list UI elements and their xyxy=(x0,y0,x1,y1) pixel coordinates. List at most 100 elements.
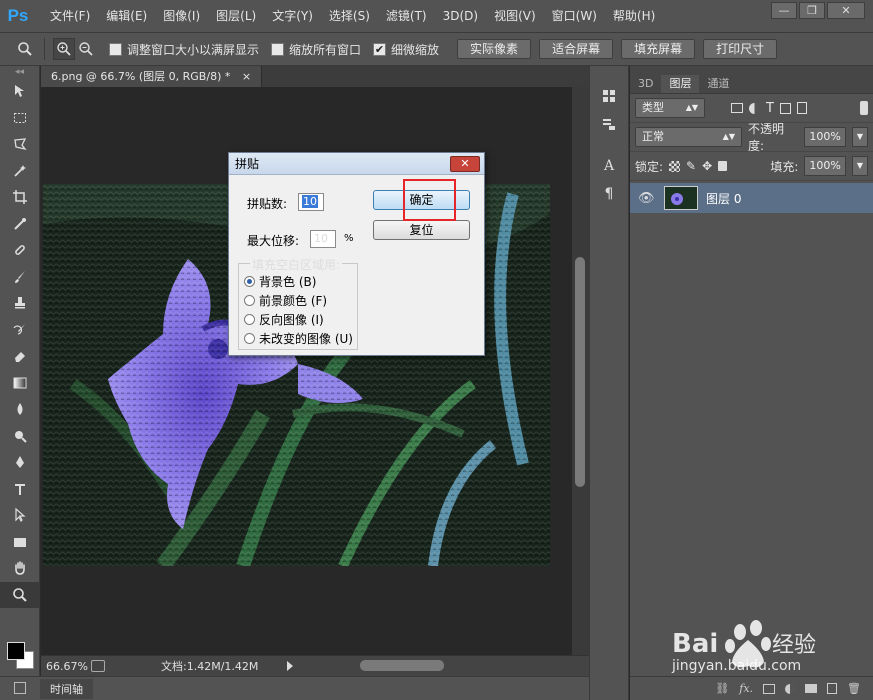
radio-foreground-color[interactable]: 前景颜色 (F) xyxy=(244,292,327,309)
eyedropper-icon[interactable] xyxy=(0,211,40,238)
fit-screen-button[interactable]: 适合屏幕 xyxy=(539,39,614,59)
filter-type-icon[interactable]: T xyxy=(766,101,774,116)
lasso-tool-icon[interactable] xyxy=(0,131,40,158)
print-size-button[interactable]: 打印尺寸 xyxy=(703,39,778,59)
gradient-tool-icon[interactable] xyxy=(0,370,40,397)
menu-filter[interactable]: 滤镜(T) xyxy=(378,0,435,33)
minimize-button[interactable]: — xyxy=(771,2,797,19)
clone-stamp-icon[interactable] xyxy=(0,290,40,317)
lock-transparent-icon[interactable] xyxy=(669,160,681,172)
zoom-out-icon[interactable] xyxy=(75,38,97,60)
paragraph-panel-icon[interactable]: ¶ xyxy=(590,180,628,208)
radio-button[interactable] xyxy=(244,333,255,344)
type-tool-icon[interactable] xyxy=(0,476,40,503)
history-brush-icon[interactable] xyxy=(0,317,40,344)
resize-windows-checkbox[interactable]: 调整窗口大小以满屏显示 xyxy=(109,41,259,58)
filter-shape-icon[interactable] xyxy=(779,102,791,114)
layer-name[interactable]: 图层 0 xyxy=(706,190,741,207)
zoom-all-windows-checkbox[interactable]: 缩放所有窗口 xyxy=(271,41,361,58)
tiles-count-input[interactable]: 10 xyxy=(298,193,324,211)
marquee-tool-icon[interactable] xyxy=(0,105,40,132)
zoom-tool-icon[interactable] xyxy=(0,581,40,608)
document-tab[interactable]: 6.png @ 66.7% (图层 0, RGB/8) * × xyxy=(41,66,263,87)
path-selection-icon[interactable] xyxy=(0,502,40,529)
svg-text:Bai: Bai xyxy=(672,629,718,659)
filter-adjustment-icon[interactable] xyxy=(749,102,760,114)
restore-button[interactable]: ❐ xyxy=(799,2,825,19)
character-panel-icon[interactable]: A xyxy=(590,152,628,180)
radio-label: 前景颜色 (F) xyxy=(259,294,328,308)
radio-background-color[interactable]: 背景色 (B) xyxy=(244,273,316,290)
magic-wand-icon[interactable] xyxy=(0,158,40,185)
radio-button[interactable] xyxy=(244,314,255,325)
lock-position-icon[interactable]: ✥ xyxy=(702,159,712,173)
menu-window[interactable]: 窗口(W) xyxy=(544,0,605,33)
zoom-tool-preset-icon[interactable] xyxy=(14,38,36,60)
vertical-scroll-thumb[interactable] xyxy=(575,257,585,487)
menu-help[interactable]: 帮助(H) xyxy=(605,0,663,33)
tiles-count-value[interactable]: 10 xyxy=(302,195,318,208)
menu-view[interactable]: 视图(V) xyxy=(486,0,544,33)
checkbox-box[interactable] xyxy=(109,42,122,56)
tab-layers[interactable]: 图层 xyxy=(661,75,700,93)
filter-pixel-icon[interactable] xyxy=(731,103,743,113)
filter-kind-dropdown[interactable]: 类型 ▲▼ xyxy=(635,98,705,118)
history-panel-icon[interactable] xyxy=(590,82,628,110)
visibility-eye-icon[interactable]: 👁 xyxy=(638,191,656,206)
crop-tool-icon[interactable] xyxy=(0,184,40,211)
lock-image-icon[interactable]: ✎ xyxy=(686,159,696,173)
panel-grip-icon[interactable]: ◂◂ xyxy=(0,66,39,78)
fill-screen-button[interactable]: 填充屏幕 xyxy=(621,39,696,59)
hand-tool-icon[interactable] xyxy=(0,555,40,582)
status-menu-arrow-icon[interactable] xyxy=(287,661,293,671)
blend-mode-dropdown[interactable]: 正常 ▲▼ xyxy=(635,127,742,147)
actual-pixels-button[interactable]: 实际像素 xyxy=(457,39,532,59)
close-window-button[interactable]: ✕ xyxy=(827,2,865,19)
foreground-color-swatch[interactable] xyxy=(7,642,25,660)
properties-panel-icon[interactable] xyxy=(590,110,628,138)
filter-toggle-icon[interactable] xyxy=(860,101,868,115)
menu-edit[interactable]: 编辑(E) xyxy=(98,0,155,33)
horizontal-scroll-thumb[interactable] xyxy=(360,660,444,671)
fill-dropdown-icon[interactable]: ▼ xyxy=(851,156,868,176)
menu-file[interactable]: 文件(F) xyxy=(42,0,98,33)
layer-row[interactable]: 👁 图层 0 xyxy=(630,183,873,213)
menu-3d[interactable]: 3D(D) xyxy=(435,0,486,33)
radio-inverse-image[interactable]: 反向图像 (I) xyxy=(244,311,324,328)
eraser-tool-icon[interactable] xyxy=(0,343,40,370)
radio-unaltered-image[interactable]: 未改变的图像 (U) xyxy=(244,330,353,347)
menu-image[interactable]: 图像(I) xyxy=(155,0,208,33)
radio-button-selected[interactable] xyxy=(244,276,255,287)
tab-3d[interactable]: 3D xyxy=(630,75,661,93)
blur-tool-icon[interactable] xyxy=(0,396,40,423)
layer-thumbnail[interactable] xyxy=(664,186,698,210)
pen-tool-icon[interactable] xyxy=(0,449,40,476)
brush-tool-icon[interactable] xyxy=(0,264,40,291)
fill-input[interactable]: 100% xyxy=(804,156,846,176)
lock-all-icon[interactable] xyxy=(718,161,728,171)
zoom-level[interactable]: 66.67% xyxy=(41,660,88,673)
move-tool-icon[interactable] xyxy=(0,78,40,105)
max-offset-input[interactable]: 10 xyxy=(310,230,336,248)
reset-button[interactable]: 复位 xyxy=(373,220,470,240)
healing-brush-icon[interactable] xyxy=(0,237,40,264)
status-zoom-icon[interactable] xyxy=(91,660,105,672)
radio-button[interactable] xyxy=(244,295,255,306)
menu-select[interactable]: 选择(S) xyxy=(321,0,378,33)
dialog-close-button[interactable]: ✕ xyxy=(450,156,480,172)
close-tab-icon[interactable]: × xyxy=(242,70,251,83)
filter-smart-object-icon[interactable] xyxy=(796,102,807,114)
timeline-icon[interactable] xyxy=(14,682,26,694)
menu-layer[interactable]: 图层(L) xyxy=(208,0,264,33)
timeline-tab[interactable]: 时间轴 xyxy=(40,678,93,699)
checkbox-checked-box[interactable]: ✔ xyxy=(373,42,387,56)
menu-type[interactable]: 文字(Y) xyxy=(264,0,321,33)
scrubby-zoom-checkbox[interactable]: ✔ 细微缩放 xyxy=(373,41,439,58)
checkbox-box[interactable] xyxy=(271,42,285,56)
dodge-tool-icon[interactable] xyxy=(0,423,40,450)
zoom-in-icon[interactable] xyxy=(53,38,75,60)
rectangle-tool-icon[interactable] xyxy=(0,529,40,556)
tab-channels[interactable]: 通道 xyxy=(699,75,737,93)
opacity-dropdown-icon[interactable]: ▼ xyxy=(851,127,868,147)
opacity-input[interactable]: 100% xyxy=(804,127,846,147)
